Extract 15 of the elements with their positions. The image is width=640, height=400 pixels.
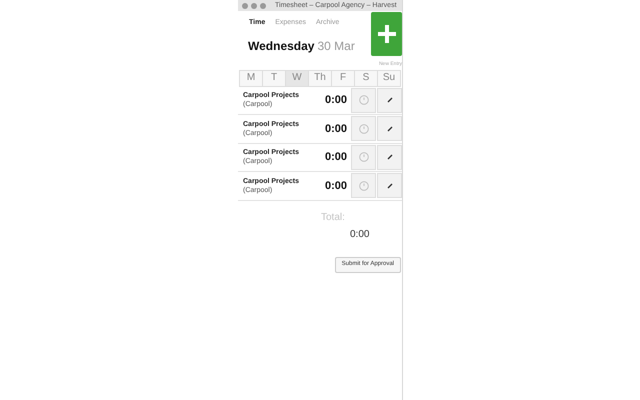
- weekday-heading: Wednesday: [248, 38, 314, 55]
- entry-time: 0:00: [324, 178, 347, 194]
- day-tab[interactable]: Th: [309, 70, 332, 86]
- total-label: Total:: [321, 210, 345, 224]
- entry-time: 0:00: [324, 122, 347, 136]
- entry-time: 0:00: [324, 150, 347, 165]
- day-tab[interactable]: F: [332, 70, 355, 86]
- day-tab[interactable]: Su: [378, 70, 400, 86]
- day-tab[interactable]: S: [355, 70, 378, 86]
- day-tab[interactable]: M: [240, 70, 263, 86]
- day-tab[interactable]: W: [286, 70, 309, 86]
- day-tab[interactable]: T: [263, 70, 286, 86]
- total-value: 0:00: [350, 228, 370, 242]
- entry-time: 0:00: [324, 93, 347, 108]
- date-heading: 30 Mar: [317, 38, 355, 55]
